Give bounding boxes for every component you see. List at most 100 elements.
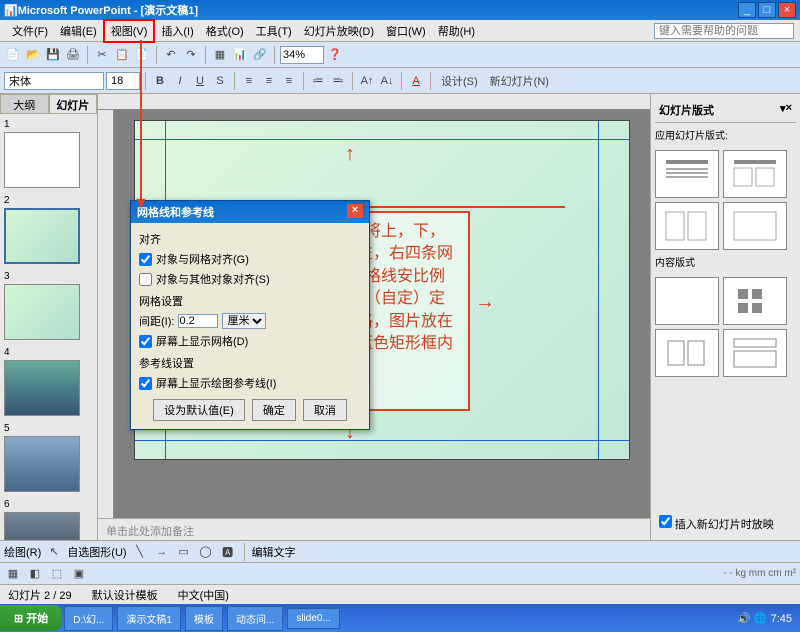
cb-snap-objects[interactable]: 对象与其他对象对齐(S)	[139, 271, 361, 287]
task-item-1[interactable]: D:\幻...	[64, 606, 113, 631]
open-icon[interactable]: 📂	[24, 46, 42, 64]
textbox-icon[interactable]: 🅰	[219, 543, 237, 561]
cb-show-guides[interactable]: 屏幕上显示绘图参考线(I)	[139, 375, 361, 391]
layout-content-3[interactable]	[723, 329, 787, 377]
cut-icon[interactable]: ✂	[93, 46, 111, 64]
start-button[interactable]: ⊞ 开始	[0, 605, 62, 631]
misc-icon-1[interactable]: ▦	[4, 565, 22, 583]
spacing-unit-select[interactable]: 厘米	[222, 313, 266, 329]
decrease-font-icon[interactable]: A↓	[378, 72, 396, 90]
taskpane-title: 幻灯片版式 ▾ ×	[655, 98, 796, 123]
fontsize-select[interactable]	[106, 72, 140, 90]
cancel-button[interactable]: 取消	[303, 399, 347, 421]
insert-check[interactable]: 插入新幻灯片时放映	[655, 511, 796, 536]
design-button[interactable]: 设计(S)	[436, 72, 483, 90]
bold-icon[interactable]: B	[151, 72, 169, 90]
menu-format[interactable]: 格式(O)	[200, 21, 250, 41]
misc-icon-3[interactable]: ⬚	[48, 565, 66, 583]
help-search-input[interactable]	[654, 23, 794, 39]
layout-text-1[interactable]	[655, 150, 719, 198]
print-icon[interactable]: 🖨	[64, 46, 82, 64]
thumb-4[interactable]: 4	[4, 346, 93, 416]
dialog-titlebar[interactable]: 网格线和参考线 ×	[131, 201, 369, 223]
zoom-input[interactable]	[280, 46, 324, 64]
bullets-icon[interactable]: ≔	[309, 72, 327, 90]
layout-text-2[interactable]	[723, 150, 787, 198]
guide-top[interactable]	[135, 139, 629, 140]
menu-slideshow[interactable]: 幻灯片放映(D)	[298, 21, 380, 41]
dialog-close-icon[interactable]: ×	[347, 204, 363, 218]
thumb-5[interactable]: 5	[4, 422, 93, 492]
shadow-icon[interactable]: S	[211, 72, 229, 90]
tab-outline[interactable]: 大纲	[0, 94, 49, 114]
maximize-button[interactable]: □	[758, 2, 776, 18]
arrow-icon[interactable]: →	[153, 543, 171, 561]
save-icon[interactable]: 💾	[44, 46, 62, 64]
autoshape-menu[interactable]: 自选图形(U)	[67, 544, 126, 560]
default-button[interactable]: 设为默认值(E)	[153, 399, 245, 421]
menu-tools[interactable]: 工具(T)	[250, 21, 298, 41]
align-right-icon[interactable]: ≡	[280, 72, 298, 90]
ok-button[interactable]: 确定	[252, 399, 296, 421]
newslide-button[interactable]: 新幻灯片(N)	[485, 72, 554, 90]
oval-icon[interactable]: ◯	[197, 543, 215, 561]
task-item-3[interactable]: 模板	[185, 606, 223, 631]
paste-icon[interactable]: 📄	[133, 46, 151, 64]
align-left-icon[interactable]: ≡	[240, 72, 258, 90]
edit-text-label[interactable]: 编辑文字	[252, 544, 296, 560]
menu-help[interactable]: 帮助(H)	[432, 21, 481, 41]
system-tray[interactable]: 🔊 🌐 7:45	[729, 612, 800, 625]
draw-menu[interactable]: 绘图(R)	[4, 544, 41, 560]
layout-content-2[interactable]	[655, 329, 719, 377]
line-icon[interactable]: ╲	[131, 543, 149, 561]
help-icon[interactable]: ❓	[326, 46, 344, 64]
task-item-5[interactable]: slide0...	[287, 608, 339, 629]
notes-pane[interactable]: 单击此处添加备注	[98, 518, 650, 540]
undo-icon[interactable]: ↶	[162, 46, 180, 64]
cb-show-grid[interactable]: 屏幕上显示网格(D)	[139, 333, 361, 349]
tab-slides[interactable]: 幻灯片	[49, 94, 98, 114]
font-color-icon[interactable]: A	[407, 72, 425, 90]
italic-icon[interactable]: I	[171, 72, 189, 90]
taskpane-close-icon[interactable]: ×	[786, 102, 792, 118]
rect-icon[interactable]: ▭	[175, 543, 193, 561]
align-center-icon[interactable]: ≡	[260, 72, 278, 90]
menu-window[interactable]: 窗口(W)	[380, 21, 432, 41]
menu-insert[interactable]: 插入(I)	[155, 21, 199, 41]
thumb-1[interactable]: 1	[4, 118, 93, 188]
menubar: 文件(F) 编辑(E) 视图(V) 插入(I) 格式(O) 工具(T) 幻灯片放…	[0, 20, 800, 42]
layout-blank[interactable]	[655, 277, 719, 325]
link-icon[interactable]: 🔗	[251, 46, 269, 64]
thumb-2[interactable]: 2	[4, 194, 93, 264]
copy-icon[interactable]: 📋	[113, 46, 131, 64]
select-icon[interactable]: ↖	[45, 543, 63, 561]
spacing-input[interactable]	[178, 314, 218, 328]
new-icon[interactable]: 📄	[4, 46, 22, 64]
menu-edit[interactable]: 编辑(E)	[54, 21, 103, 41]
numbering-icon[interactable]: ≕	[329, 72, 347, 90]
guide-bottom[interactable]	[135, 440, 629, 441]
thumb-3[interactable]: 3	[4, 270, 93, 340]
thumb-6[interactable]: 6	[4, 498, 93, 540]
slide-thumbnails[interactable]: 1 2 3 4 5 6 7	[0, 114, 97, 540]
layout-content-1[interactable]	[723, 277, 787, 325]
task-item-2[interactable]: 演示文稿1	[117, 606, 181, 631]
guide-right[interactable]	[598, 121, 599, 459]
layout-text-3[interactable]	[655, 202, 719, 250]
table-icon[interactable]: ▦	[211, 46, 229, 64]
cb-snap-grid[interactable]: 对象与网格对齐(G)	[139, 251, 361, 267]
redo-icon[interactable]: ↷	[182, 46, 200, 64]
increase-font-icon[interactable]: A↑	[358, 72, 376, 90]
tray-icons[interactable]: 🔊 🌐	[737, 613, 771, 625]
font-select[interactable]	[4, 72, 104, 90]
minimize-button[interactable]: _	[738, 2, 756, 18]
layout-text-4[interactable]	[723, 202, 787, 250]
menu-view[interactable]: 视图(V)	[103, 19, 156, 43]
chart-icon[interactable]: 📊	[231, 46, 249, 64]
misc-icon-4[interactable]: ▣	[70, 565, 88, 583]
task-item-4[interactable]: 动态间...	[227, 606, 283, 631]
underline-icon[interactable]: U	[191, 72, 209, 90]
close-button[interactable]: ×	[778, 2, 796, 18]
misc-icon-2[interactable]: ◧	[26, 565, 44, 583]
menu-file[interactable]: 文件(F)	[6, 21, 54, 41]
